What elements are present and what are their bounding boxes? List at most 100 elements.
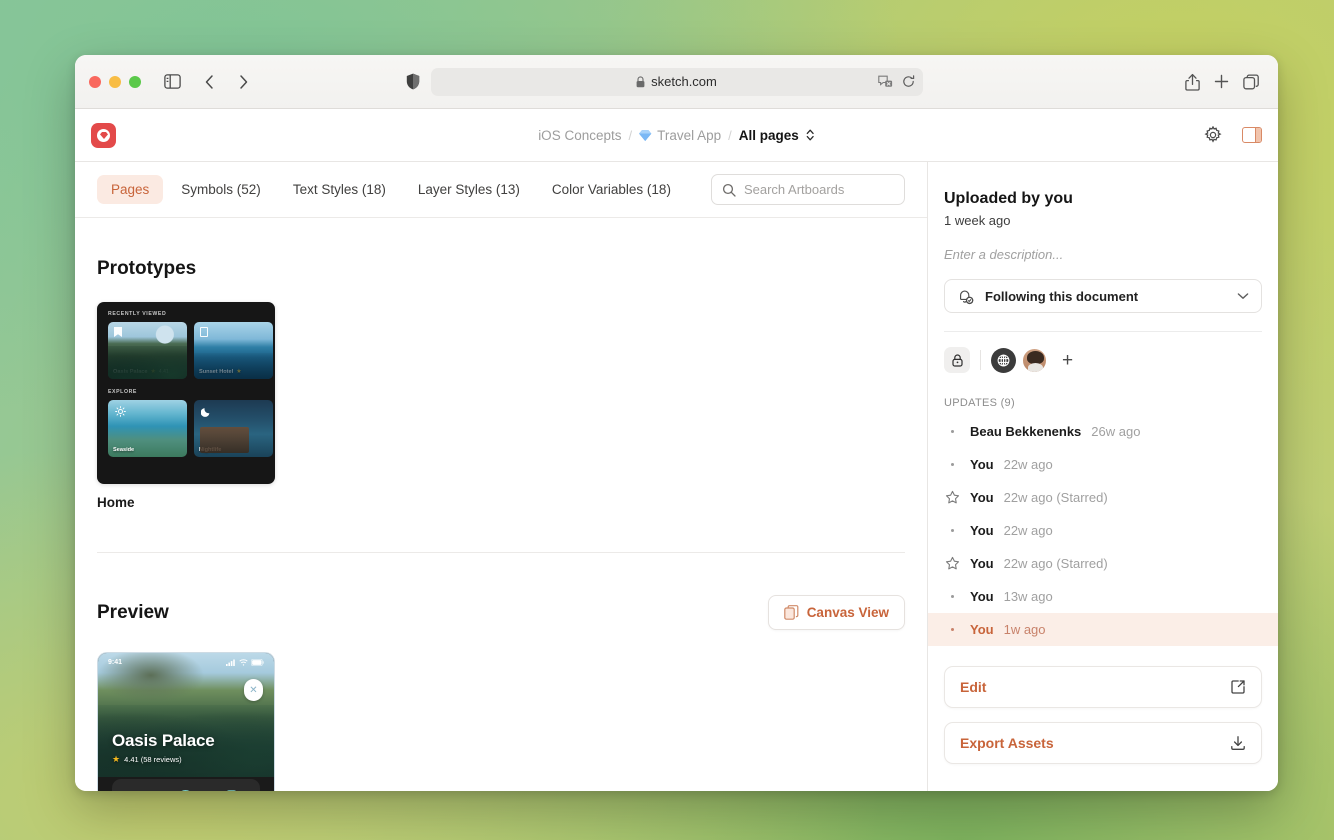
canvas-view-label: Canvas View [806, 605, 889, 620]
update-row[interactable]: You 22w ago [928, 514, 1278, 547]
update-row[interactable]: You 22w ago [928, 448, 1278, 481]
sidebar-subtitle: 1 week ago [944, 213, 1011, 228]
update-row-active[interactable]: You 1w ago [928, 613, 1278, 646]
tab-symbols[interactable]: Symbols (52) [167, 175, 275, 204]
globe-icon[interactable] [991, 347, 1016, 373]
star-filled-icon-2: ★ [236, 369, 242, 375]
breadcrumb-current-page[interactable]: All pages [739, 128, 799, 143]
prototypes-section-title: Prototypes [97, 258, 197, 279]
thumb-recently-viewed-row: Oasis Palace ★ 4.41 Sunset Hotel ★ [97, 317, 275, 379]
following-label: Following this document [985, 288, 1139, 304]
sketch-logo[interactable] [91, 122, 116, 148]
tab-pages[interactable]: Pages [97, 175, 164, 204]
lock-icon[interactable] [944, 347, 970, 373]
browser-window: sketch.com iOS Concepts / Travel App / A… [75, 55, 1278, 791]
forward-chevron-icon[interactable] [227, 69, 259, 95]
star-filled-icon: ★ [112, 754, 121, 764]
back-chevron-icon[interactable] [193, 69, 225, 95]
tab-color-variables[interactable]: Color Variables (18) [538, 175, 685, 204]
address-bar[interactable]: sketch.com [430, 67, 923, 96]
privacy-shield-icon[interactable] [406, 73, 420, 90]
chevron-up-down-icon[interactable] [806, 128, 815, 142]
thumb-explore-row: Seaside Nightlife [97, 395, 275, 457]
update-time: 1w ago [1003, 622, 1046, 637]
update-author: You [970, 490, 994, 505]
bookmark-outline-icon [200, 327, 208, 337]
tab-overview-icon[interactable] [1243, 73, 1260, 90]
close-window-button[interactable] [89, 75, 101, 88]
description-field[interactable]: Enter a description... [944, 247, 1262, 262]
update-time: 22w ago [1003, 457, 1053, 472]
update-time: 13w ago [1003, 589, 1053, 604]
breadcrumb-workspace[interactable]: iOS Concepts [538, 128, 621, 143]
download-icon [1230, 735, 1246, 751]
tab-text-styles[interactable]: Text Styles (18) [279, 175, 400, 204]
sidebar-title: Uploaded by you [944, 190, 1073, 207]
wifi-icon [179, 790, 192, 791]
export-assets-button[interactable]: Export Assets [944, 722, 1262, 764]
bed-icon [134, 790, 147, 791]
thumb-item-caption-3: Seaside [113, 447, 183, 453]
gear-icon[interactable] [1204, 126, 1222, 144]
update-row[interactable]: You 22w ago (Starred) [928, 481, 1278, 514]
updates-list: Beau Bekkenenks 26w ago You 22w ago You … [928, 415, 1278, 646]
search-icon [722, 183, 736, 197]
chevron-down-icon[interactable] [1237, 292, 1249, 300]
canvas-scroll-area[interactable]: Prototypes RECENTLY VIEWED Oasis Palace … [75, 218, 927, 791]
sketch-diamond-icon [639, 129, 652, 142]
update-author: Beau Bekkenenks [970, 424, 1082, 439]
plus-icon[interactable]: + [1062, 351, 1073, 370]
user-avatar[interactable] [1022, 347, 1047, 373]
update-author: You [970, 589, 994, 604]
canvas-view-button[interactable]: Canvas View [767, 595, 905, 630]
maximize-window-button[interactable] [129, 75, 141, 88]
translate-icon[interactable] [877, 75, 893, 88]
phone-content: Oasis Palace ★ 4.41 (58 reviews) 3 Bedro… [98, 653, 274, 791]
search-input[interactable] [743, 182, 894, 197]
thumb-item-name: Oasis Palace [113, 368, 148, 375]
preview-section-title: Preview [97, 601, 169, 623]
right-panel-toggle-icon[interactable] [1242, 127, 1262, 143]
prototype-card-label: Home [97, 495, 135, 510]
update-time: 22w ago [1003, 523, 1053, 538]
browser-toolbar: sketch.com [75, 55, 1278, 109]
address-bar-actions [877, 68, 915, 96]
thumb-item-seaside: Seaside [108, 400, 187, 457]
address-bar-url: sketch.com [651, 74, 717, 89]
amenity-parking: Parking [209, 790, 254, 791]
sun-icon [115, 406, 126, 417]
following-dropdown[interactable]: Following this document [944, 279, 1262, 313]
update-row[interactable]: You 13w ago [928, 580, 1278, 613]
breadcrumb-separator: / [628, 127, 633, 143]
update-row[interactable]: Beau Bekkenenks 26w ago [928, 415, 1278, 448]
sidebar-toggle-icon[interactable] [157, 69, 187, 95]
tab-layer-styles[interactable]: Layer Styles (13) [404, 175, 534, 204]
bullet-dot-icon [944, 595, 960, 598]
amenity-wifi: Free WiFi [163, 790, 208, 791]
close-x-icon[interactable]: ✕ [244, 679, 263, 701]
share-icon[interactable] [1185, 73, 1200, 91]
navigation-buttons [193, 69, 259, 95]
moon-icon [201, 406, 212, 417]
search-artboards-field[interactable] [710, 174, 905, 205]
document-info-sidebar: Uploaded by you 1 week ago Enter a descr… [928, 162, 1278, 791]
update-author: You [970, 556, 994, 571]
update-row[interactable]: You 22w ago (Starred) [928, 547, 1278, 580]
browser-toolbar-right [1185, 73, 1264, 91]
bullet-dot-icon [944, 463, 960, 466]
reload-icon[interactable] [902, 75, 915, 88]
edit-button[interactable]: Edit [944, 666, 1262, 708]
breadcrumb: iOS Concepts / Travel App / All pages [538, 128, 815, 143]
prototype-thumbnail[interactable]: RECENTLY VIEWED Oasis Palace ★ 4.41 Suns… [97, 302, 275, 484]
bullet-dot-icon [944, 430, 960, 433]
permissions-row: + [944, 347, 1262, 373]
sidebar-header: Uploaded by you 1 week ago Enter a descr… [928, 162, 1278, 409]
breadcrumb-document[interactable]: Travel App [639, 128, 721, 143]
minimize-window-button[interactable] [109, 75, 121, 88]
plus-icon[interactable] [1214, 74, 1229, 89]
permissions-separator [980, 350, 981, 370]
external-link-icon [1230, 679, 1246, 695]
prototype-card-home[interactable]: RECENTLY VIEWED Oasis Palace ★ 4.41 Suns… [97, 302, 275, 510]
thumb-item-caption-2: Sunset Hotel ★ [199, 368, 269, 376]
preview-phone-frame[interactable]: 9:41 ✕ Oasis Palace ★ 4.41 (58 reviews) [97, 652, 275, 791]
